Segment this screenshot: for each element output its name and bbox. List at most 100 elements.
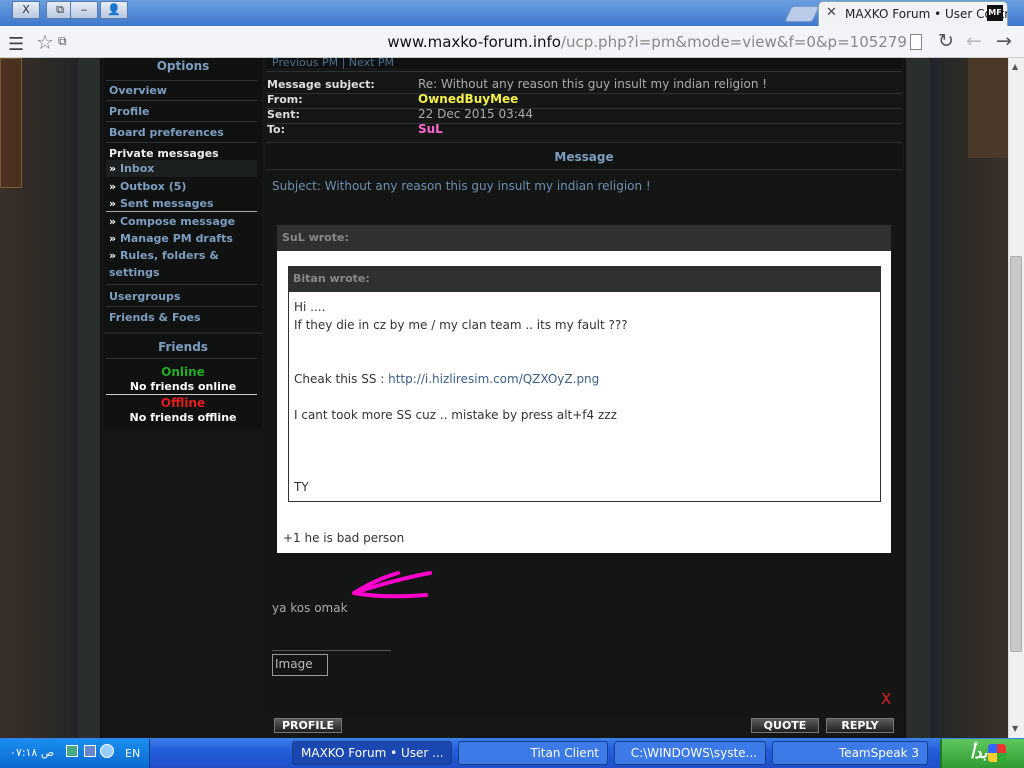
sidebar-private-messages-title: Private messages xyxy=(109,147,219,160)
sidebar-divider xyxy=(106,100,257,101)
outer-quote-cite: SuL wrote: xyxy=(277,225,891,251)
scroll-down-icon[interactable]: ▼ xyxy=(1012,724,1018,733)
outer-quote-text: +1 he is bad person xyxy=(283,531,405,545)
profile-button[interactable]: PROFILE xyxy=(274,718,342,733)
sidebar-item-settings[interactable]: settings xyxy=(109,266,160,279)
address-bar[interactable]: www.maxko-forum.info/ucp.php?i=pm&mode=v… xyxy=(80,30,926,54)
sidebar-link-profile[interactable]: Profile xyxy=(109,105,149,118)
decoration-right xyxy=(968,58,1008,158)
network-icon[interactable] xyxy=(66,745,78,757)
subject-label: Message subject: xyxy=(267,78,375,91)
menu-icon[interactable]: ☰ xyxy=(8,34,24,55)
sidebar-link-friends-foes[interactable]: Friends & Foes xyxy=(109,311,201,324)
double-chevron-icon: » xyxy=(109,180,120,193)
tab-favicon-icon: MF xyxy=(987,5,1003,21)
friends-offline-text: No friends offline xyxy=(129,411,237,424)
from-username-link[interactable]: OwnedBuyMee xyxy=(418,92,518,106)
forward-icon[interactable]: → xyxy=(996,30,1012,52)
page-background-right xyxy=(930,58,1008,738)
scrollbar-thumb[interactable] xyxy=(1010,256,1022,652)
volume-icon[interactable] xyxy=(84,745,96,757)
tab-close-icon[interactable]: ✕ xyxy=(826,5,837,20)
browser-tab-active[interactable]: MAXKO Forum • User Contro xyxy=(818,1,1008,26)
sent-value: 22 Dec 2015 03:44 xyxy=(418,107,534,121)
message-subject-line: Subject: Without any reason this guy ins… xyxy=(272,179,651,193)
friends-online-text: No friends online xyxy=(129,380,237,393)
double-chevron-icon: » xyxy=(109,232,120,245)
bookmark-star-icon[interactable]: ☆ xyxy=(36,30,54,54)
screenshot-link[interactable]: http://i.hizliresim.com/QZXOyZ.png xyxy=(388,372,599,386)
quote-button[interactable]: QUOTE xyxy=(751,718,819,733)
quote-text-line: If they die in cz by me / my clan team .… xyxy=(294,318,628,332)
message-header: Message xyxy=(266,142,902,170)
tray-app-icon[interactable] xyxy=(100,744,114,758)
friends-offline-label: Offline xyxy=(160,396,206,410)
translate-icon[interactable]: ⧉ xyxy=(58,34,67,49)
sidebar-item-label: Manage PM drafts xyxy=(119,232,233,245)
reply-text: ya kos omak xyxy=(272,601,348,615)
to-label: To: xyxy=(267,123,285,136)
row-divider xyxy=(266,123,902,124)
sent-label: Sent: xyxy=(267,108,300,121)
row-divider xyxy=(266,93,902,94)
sidebar-divider xyxy=(106,211,257,212)
quote-text-line: I cant took more SS cuz .. mistake by pr… xyxy=(294,408,617,422)
sidebar-link-overview[interactable]: Overview xyxy=(109,84,167,97)
sidebar-divider xyxy=(106,394,257,395)
url-host: www.maxko-forum.info xyxy=(387,33,561,51)
sidebar-divider xyxy=(106,80,257,81)
sidebar-item-manage-pm-drafts[interactable]: » Manage PM drafts xyxy=(109,232,233,245)
scroll-up-icon[interactable]: ▲ xyxy=(1012,62,1018,71)
sidebar-item-label: Inbox xyxy=(119,162,155,175)
sidebar-divider xyxy=(106,358,257,359)
friends-title: Friends xyxy=(158,340,208,354)
tab-title: MAXKO Forum • User Contro xyxy=(845,7,1008,21)
close-window-button[interactable]: X xyxy=(12,1,40,19)
friends-online-label: Online xyxy=(161,365,205,379)
inner-quote-cite: Bitan wrote: xyxy=(288,266,881,292)
sidebar-divider xyxy=(106,121,257,122)
sidebar-item-compose-message[interactable]: » Compose message xyxy=(109,215,235,228)
taskbar-item-cmd[interactable]: C:\WINDOWS\syste... xyxy=(614,741,766,765)
sidebar-divider xyxy=(106,306,257,307)
decoration-left xyxy=(0,58,22,188)
sidebar-divider xyxy=(106,284,257,285)
sidebar-link-board-preferences[interactable]: Board preferences xyxy=(109,126,224,139)
profile-button[interactable]: 👤 xyxy=(100,1,128,19)
pink-arrow-drawing xyxy=(352,571,432,599)
language-indicator[interactable]: EN xyxy=(125,747,140,760)
double-chevron-icon: » xyxy=(109,162,120,175)
double-chevron-icon: » xyxy=(109,249,120,262)
sidebar-item-inbox[interactable]: » Inbox xyxy=(109,162,154,175)
taskbar-item-titan-client[interactable]: Titan Client xyxy=(458,741,608,765)
sidebar-divider xyxy=(106,142,257,143)
quote-text-line: Cheak this SS : http://i.hizliresim.com/… xyxy=(294,372,599,386)
sidebar-link-usergroups[interactable]: Usergroups xyxy=(109,290,180,303)
red-x-mark: X xyxy=(881,690,892,708)
page-viewport: Options Overview Profile Board preferenc… xyxy=(0,58,1008,738)
reply-button[interactable]: REPLY xyxy=(826,718,894,733)
sidebar-item-outbox[interactable]: » Outbox (5) xyxy=(109,180,186,193)
taskbar-item-browser[interactable]: MAXKO Forum • User ... xyxy=(292,741,452,765)
row-divider xyxy=(266,71,902,72)
taskbar-item-teamspeak[interactable]: TeamSpeak 3 xyxy=(772,741,928,765)
minimize-window-button[interactable]: ‒ xyxy=(70,1,98,19)
clock[interactable]: ۰۷:۱۸ ص xyxy=(10,746,54,759)
windows-logo-icon xyxy=(988,744,1006,762)
signature-divider xyxy=(272,650,391,651)
reload-icon[interactable]: ↻ xyxy=(938,30,954,52)
sidebar-item-rules-folders[interactable]: » Rules, folders & xyxy=(109,249,219,262)
quote-text-line: Hi .... xyxy=(294,300,326,314)
sidebar-item-sent-messages[interactable]: » Sent messages xyxy=(109,197,214,210)
quote-text-prefix: Cheak this SS : xyxy=(294,372,389,386)
sidebar-item-label: Compose message xyxy=(119,215,236,228)
page-info-icon[interactable] xyxy=(910,34,922,50)
back-icon[interactable]: ← xyxy=(966,30,982,52)
broken-image: Image xyxy=(272,654,328,676)
quote-text-line: TY xyxy=(294,480,309,494)
start-button[interactable]: ابدأ xyxy=(940,739,1024,768)
sidebar-item-label: Outbox (5) xyxy=(119,180,187,193)
url-path: /ucp.php?i=pm&mode=view&f=0&p=105279 xyxy=(560,33,907,51)
prev-next-pm-links[interactable]: Previous PM | Next PM xyxy=(272,58,394,69)
to-username-link[interactable]: SuL xyxy=(418,122,443,136)
